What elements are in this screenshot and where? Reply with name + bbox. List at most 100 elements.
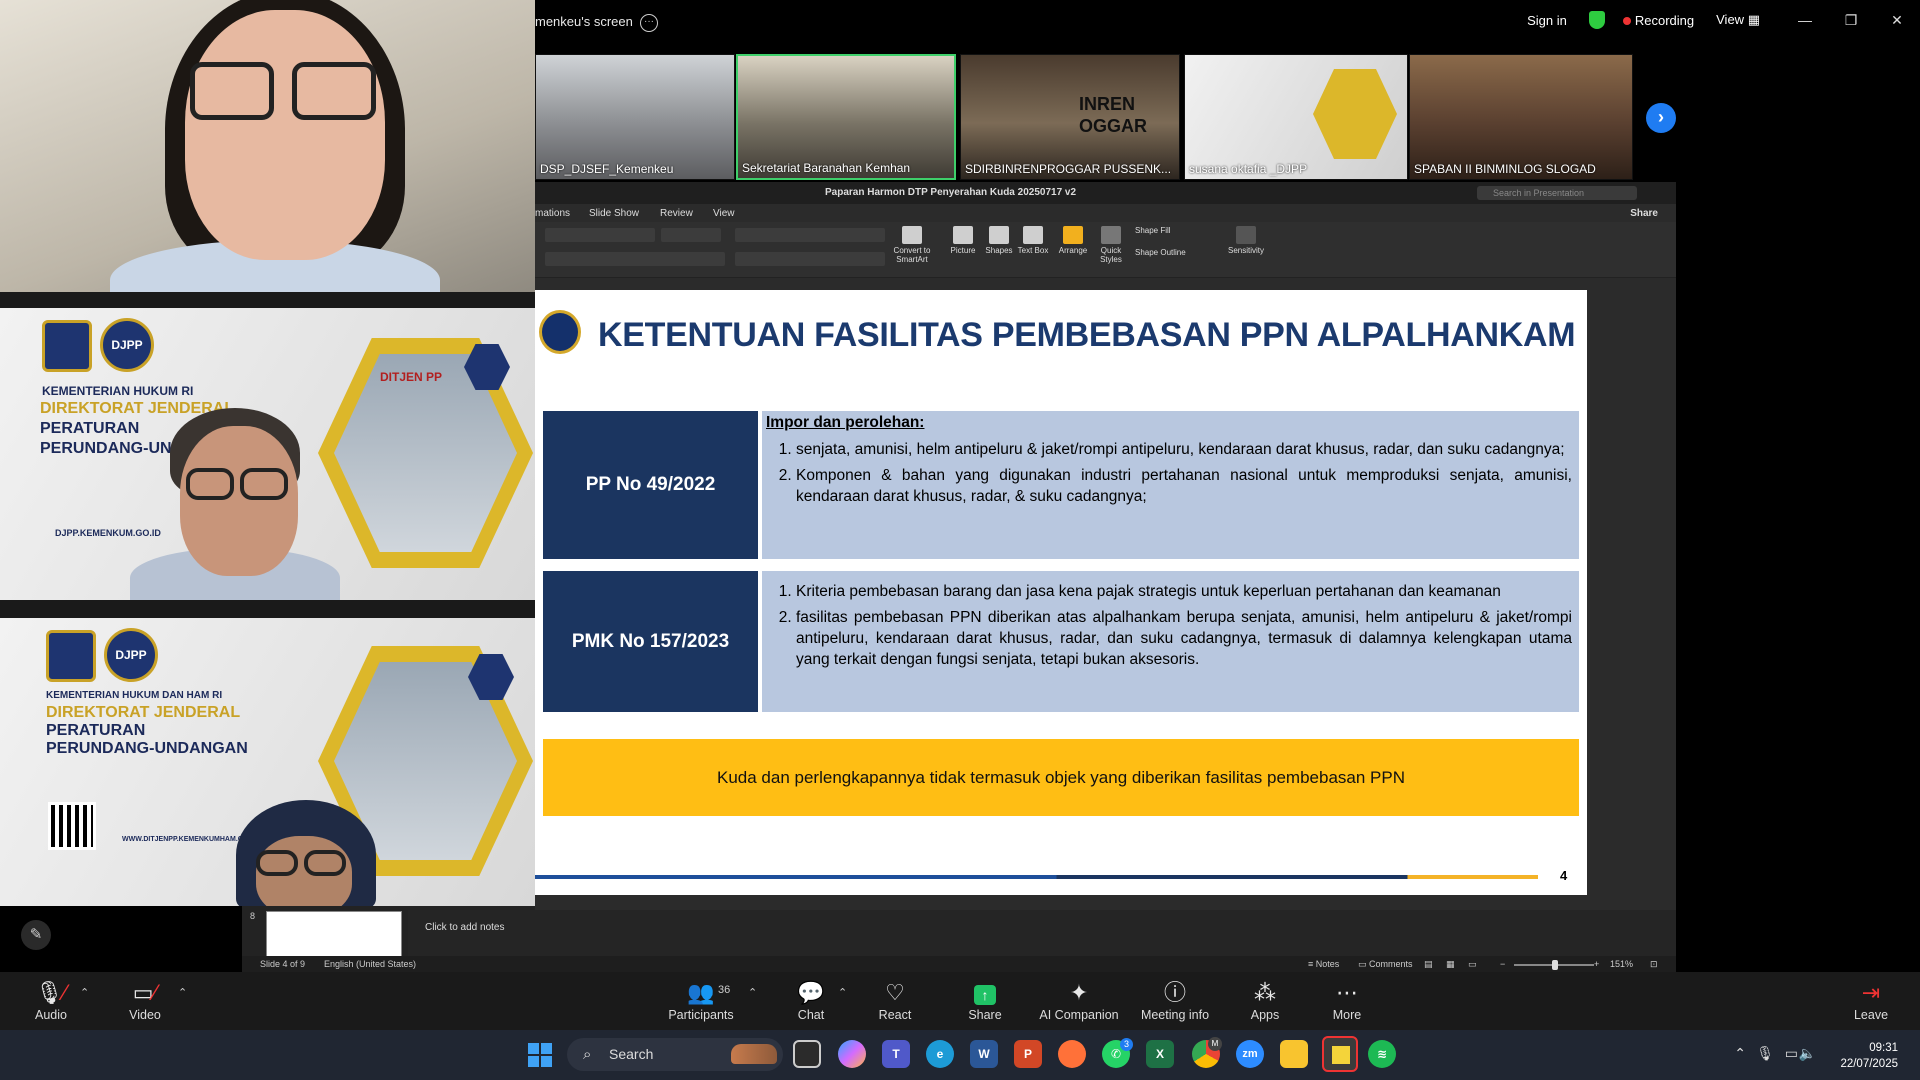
list-item: senjata, amunisi, helm antipeluru & jake… xyxy=(796,439,1572,460)
spotify-icon[interactable]: ≋ xyxy=(1368,1040,1396,1068)
zoom-slider-handle[interactable] xyxy=(1552,960,1558,970)
close-icon[interactable]: ✕ xyxy=(1874,12,1920,29)
video-options-caret-icon[interactable]: ⌃ xyxy=(178,986,187,999)
participant-thumbnail[interactable]: DSP_DJSEF_Kemenkeu xyxy=(535,54,735,180)
excel-icon[interactable]: X xyxy=(1146,1040,1174,1068)
ai-companion-button[interactable]: ✦ AI Companion xyxy=(1034,980,1124,1022)
annotate-pen-icon[interactable]: ✎ xyxy=(21,920,51,950)
tray-overflow-chevron-icon[interactable]: ⌃ xyxy=(1734,1045,1746,1062)
zoom-in-icon[interactable]: + xyxy=(1594,959,1599,969)
windows-start-icon[interactable] xyxy=(528,1043,552,1067)
glasses-left xyxy=(190,62,274,120)
participant-name: SPABAN II BINMINLOG SLOGAD xyxy=(1414,162,1596,176)
participants-caret-icon[interactable]: ⌃ xyxy=(748,986,757,999)
apps-icon: ⁂ xyxy=(1254,980,1276,1005)
notes-pane[interactable] xyxy=(408,910,1676,960)
apps-button[interactable]: ⁂ Apps xyxy=(1220,980,1310,1022)
sensitivity-button[interactable]: Sensitivity xyxy=(1221,226,1271,255)
taskbar-search[interactable]: ⌕ Search xyxy=(567,1038,783,1071)
sensitivity-icon xyxy=(1236,226,1256,244)
participant-thumbnail[interactable]: SPABAN II BINMINLOG SLOGAD xyxy=(1409,54,1633,180)
tab-slide-show[interactable]: Slide Show xyxy=(589,208,639,219)
teams-icon[interactable]: T xyxy=(882,1040,910,1068)
alignment-buttons[interactable] xyxy=(735,252,885,266)
audio-options-caret-icon[interactable]: ⌃ xyxy=(80,986,89,999)
participant-thumbnail[interactable]: susana oktafia _DJPP xyxy=(1184,54,1408,180)
edge-icon[interactable]: e xyxy=(926,1040,954,1068)
slide-page-number: 4 xyxy=(1560,868,1568,883)
restore-icon[interactable]: ❐ xyxy=(1828,12,1874,29)
font-name-box[interactable] xyxy=(545,228,655,242)
zoom-level[interactable]: 151% xyxy=(1610,959,1633,969)
paragraph-buttons[interactable] xyxy=(735,228,885,242)
fit-slide-icon[interactable]: ⊡ xyxy=(1650,959,1658,970)
tray-microphone-icon[interactable]: 🎙 xyxy=(1756,1045,1774,1062)
leave-button[interactable]: ⇥ Leave xyxy=(1826,980,1916,1022)
tray-volume-icon[interactable]: 🔈 xyxy=(1799,1045,1816,1062)
text-box-button[interactable]: Text Box xyxy=(1015,226,1051,255)
file-explorer-icon[interactable] xyxy=(1280,1040,1308,1068)
firefox-icon[interactable] xyxy=(1058,1040,1086,1068)
more-button[interactable]: ⋯ More xyxy=(1302,980,1392,1022)
convert-smartart-button[interactable]: Convert to SmartArt xyxy=(887,226,937,264)
picture-button[interactable]: Picture xyxy=(943,226,983,255)
chat-label: Chat xyxy=(797,1008,825,1022)
minimize-icon[interactable]: — xyxy=(1782,12,1828,28)
language-indicator[interactable]: English (United States) xyxy=(324,959,416,969)
video-tile-speaker[interactable] xyxy=(0,0,535,292)
task-view-icon[interactable] xyxy=(793,1040,821,1068)
row-content-pmk: Kriteria pembebasan barang dan jasa kena… xyxy=(766,581,1572,675)
encryption-shield-icon[interactable] xyxy=(1588,11,1605,29)
meeting-info-button[interactable]: ⓘ Meeting info xyxy=(1130,980,1220,1022)
participant-thumbnail-active[interactable]: Sekretariat Baranahan Kemhan xyxy=(736,54,956,180)
tab-view[interactable]: View xyxy=(713,208,735,219)
notes-toggle[interactable]: ≡ Notes xyxy=(1308,959,1339,969)
leave-label: Leave xyxy=(1853,1008,1889,1022)
shapes-button[interactable]: Shapes xyxy=(979,226,1019,255)
arrange-button[interactable]: Arrange xyxy=(1053,226,1093,255)
slide-canvas[interactable]: KETENTUAN FASILITAS PEMBEBASAN PPN ALPAL… xyxy=(535,290,1587,895)
shape-outline-button[interactable]: Shape Outline xyxy=(1135,248,1211,257)
shape-fill-button[interactable]: Shape Fill xyxy=(1135,226,1205,235)
video-tile-djpp-1[interactable]: DJPP KEMENTERIAN HUKUM RI DIREKTORAT JEN… xyxy=(0,308,535,600)
font-format-buttons[interactable] xyxy=(545,252,725,266)
sticky-notes-icon[interactable] xyxy=(1322,1036,1358,1072)
powerpoint-icon[interactable]: P xyxy=(1014,1040,1042,1068)
view-button[interactable]: View ▦ xyxy=(1716,12,1760,28)
tab-animations[interactable]: mations xyxy=(535,208,570,219)
tile-separator xyxy=(0,292,535,308)
info-icon: ⓘ xyxy=(1163,980,1186,1005)
participants-button[interactable]: 👥 Participants xyxy=(656,980,746,1022)
glasses-left xyxy=(186,468,234,500)
zoom-app-icon[interactable]: zm xyxy=(1236,1040,1264,1068)
video-tile-djpp-2[interactable]: DJPP KEMENTERIAN HUKUM DAN HAM RI DIREKT… xyxy=(0,618,535,906)
sign-in-button[interactable]: Sign in xyxy=(1527,13,1567,28)
font-size-box[interactable] xyxy=(661,228,721,242)
taskbar-clock[interactable]: 09:31 22/07/2025 xyxy=(1818,1040,1898,1072)
ppt-share-button[interactable]: Share xyxy=(1630,208,1658,219)
video-button[interactable]: ▭⁄ Video xyxy=(100,980,190,1022)
notes-placeholder[interactable]: Click to add notes xyxy=(425,922,505,933)
comments-toggle[interactable]: ▭ Comments xyxy=(1358,959,1413,970)
whatsapp-badge: 3 xyxy=(1120,1038,1133,1051)
meeting-top-bar: Sign in Recording View ▦ — ❐ ✕ xyxy=(1527,0,1920,40)
copilot-icon[interactable] xyxy=(838,1040,866,1068)
film-slide-thumbnail[interactable] xyxy=(266,911,402,957)
sorter-view-icon[interactable]: ▦ xyxy=(1446,959,1455,970)
ppt-search-input[interactable]: Search in Presentation xyxy=(1477,186,1637,200)
zoom-out-icon[interactable]: − xyxy=(1500,959,1505,969)
tab-review[interactable]: Review xyxy=(660,208,693,219)
react-button[interactable]: ♡ React xyxy=(850,980,940,1022)
word-icon[interactable]: W xyxy=(970,1040,998,1068)
tray-network-icon[interactable]: ▭ xyxy=(1785,1045,1798,1062)
quick-styles-button[interactable]: Quick Styles xyxy=(1091,226,1131,264)
chat-caret-icon[interactable]: ⌃ xyxy=(838,986,847,999)
normal-view-icon[interactable]: ▤ xyxy=(1424,959,1433,970)
reading-view-icon[interactable]: ▭ xyxy=(1468,959,1477,970)
kemenkeu-emblem-icon xyxy=(539,310,581,354)
participant-thumbnail[interactable]: INREN OGGAR SDIRBINRENPROGGAR PUSSENK... xyxy=(960,54,1180,180)
share-options-icon[interactable]: ··· xyxy=(640,14,658,32)
next-page-chevron-icon[interactable]: › xyxy=(1646,103,1676,133)
recording-indicator[interactable]: Recording xyxy=(1622,13,1694,28)
share-screen-button[interactable]: ↑ Share xyxy=(940,980,1030,1022)
